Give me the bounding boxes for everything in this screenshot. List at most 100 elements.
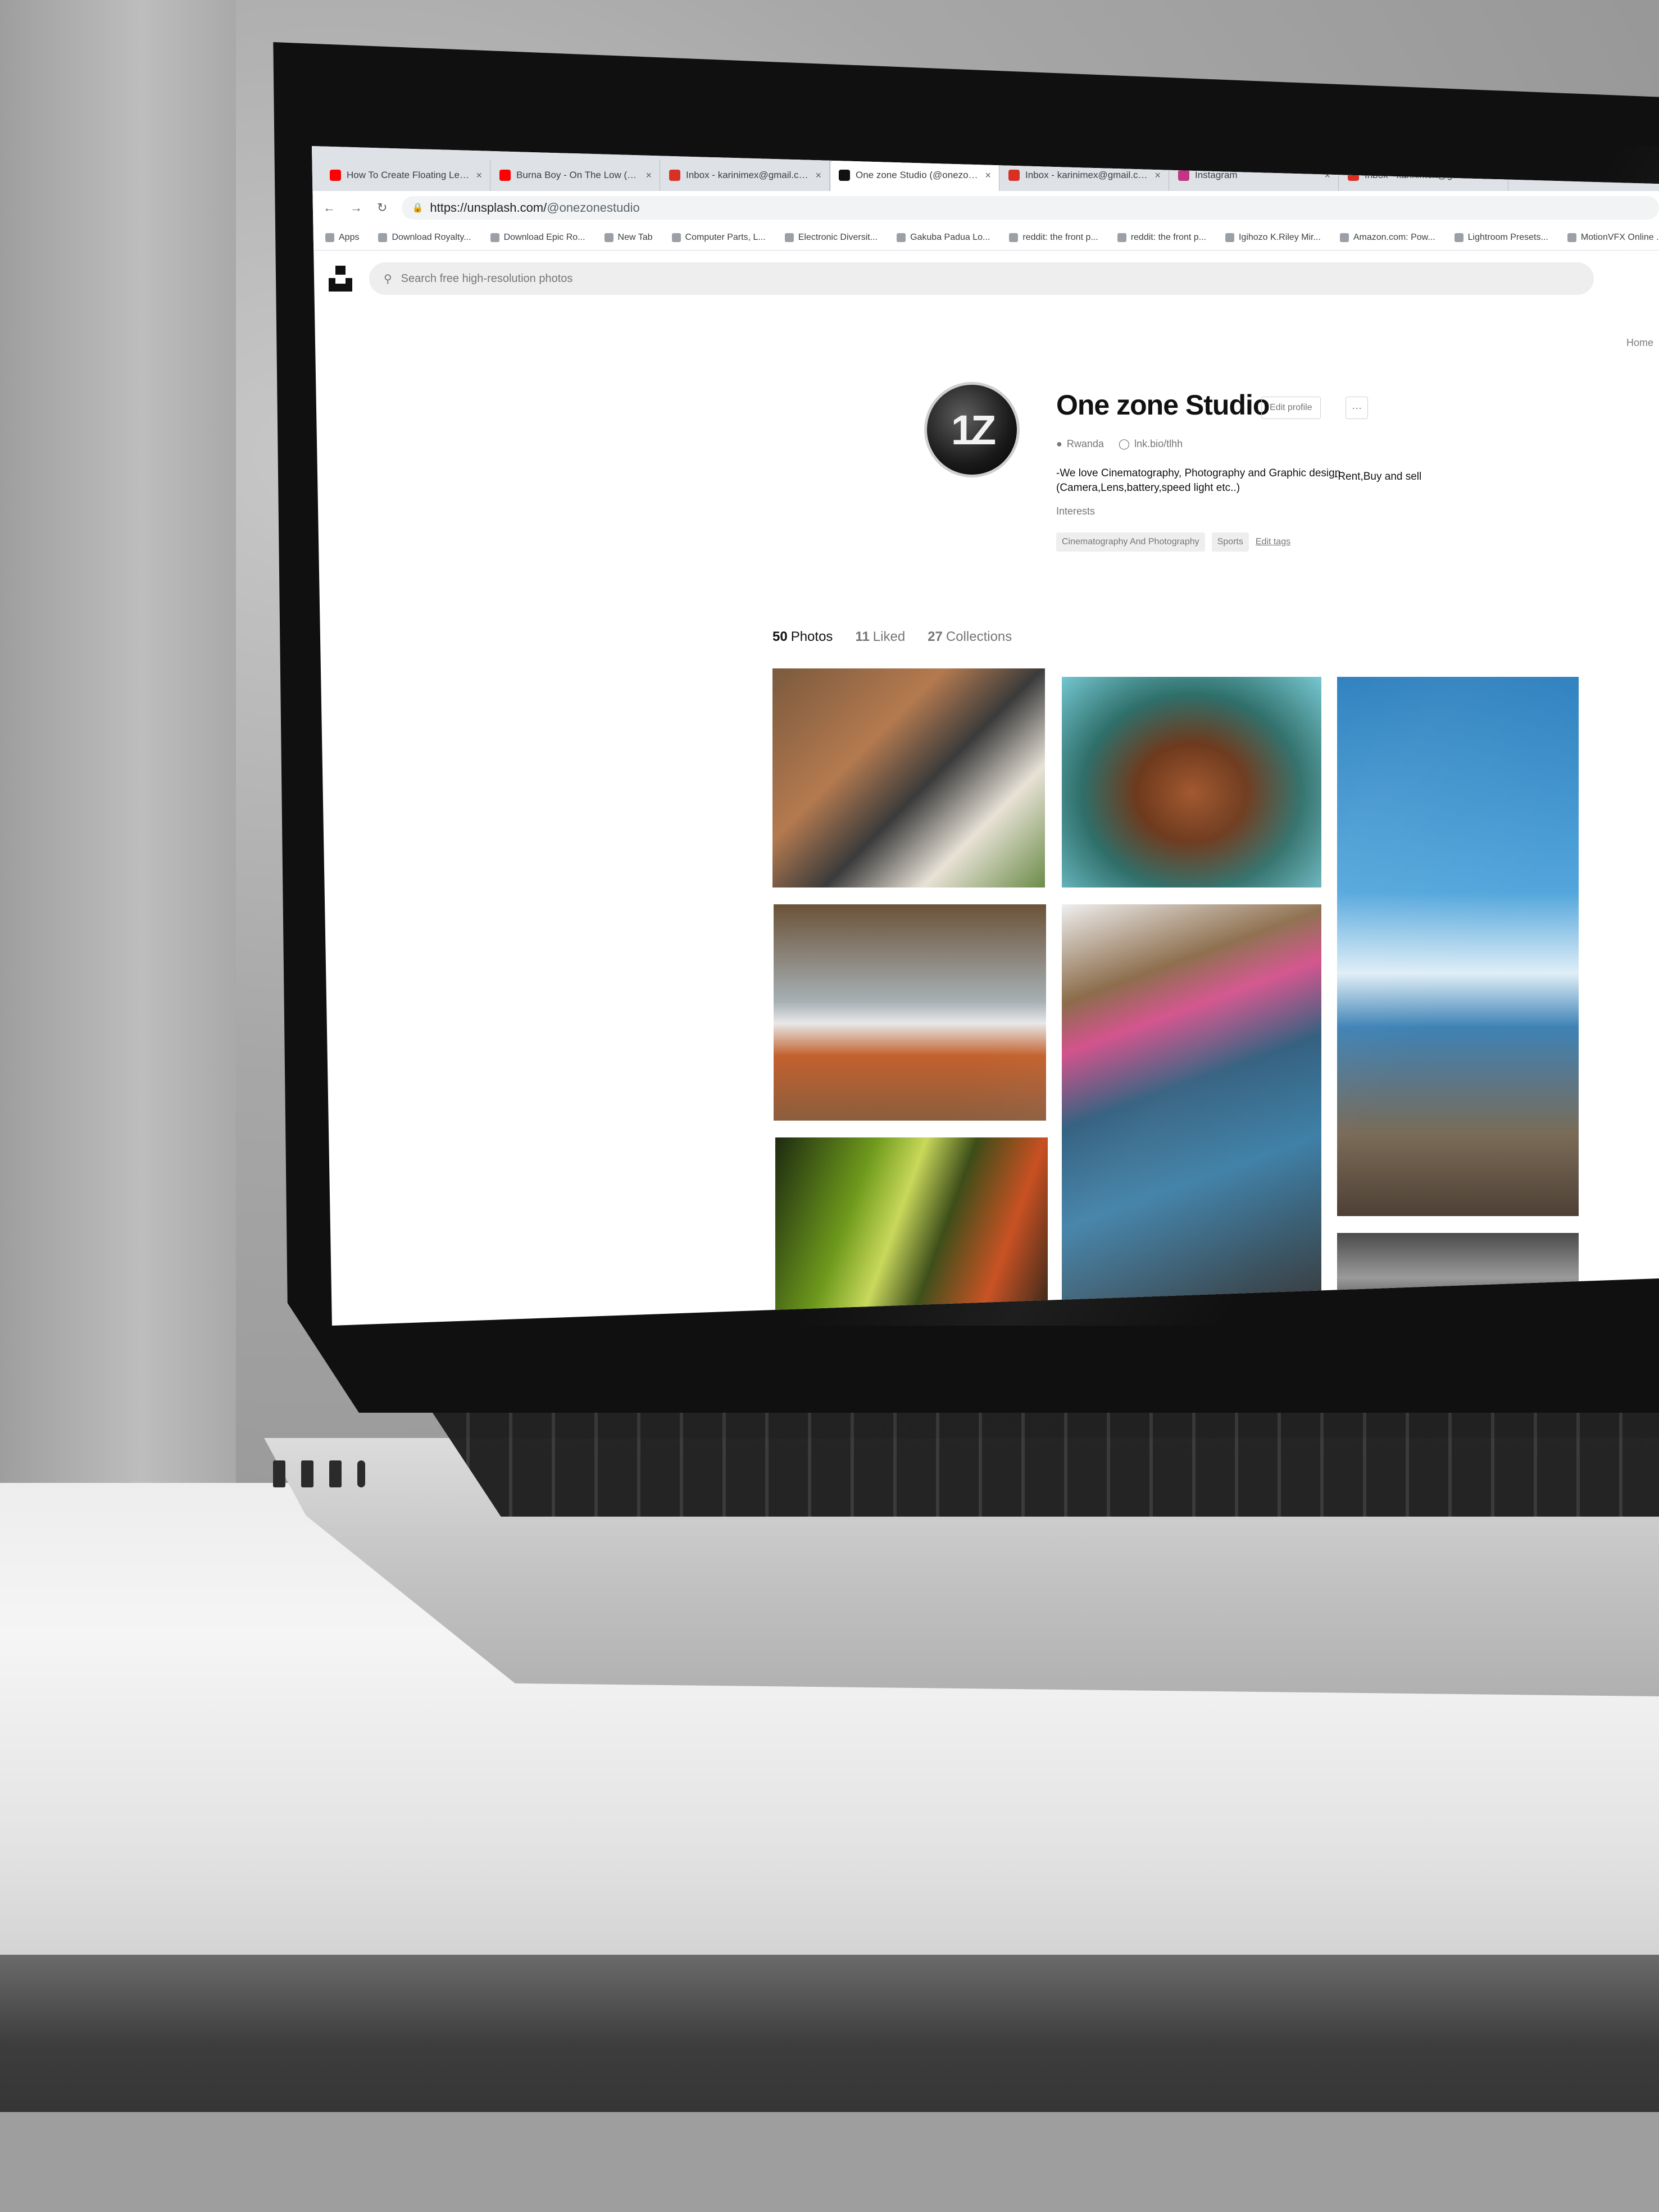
interest-tags: Cinematography And Photography Sports Ed… [1056,532,1290,552]
bookmark-icon [378,233,388,242]
search-icon: ⚲ [384,272,392,285]
unsplash-header: ⚲ Search free high-resolution photos [312,251,1659,307]
tab-close-icon[interactable]: × [1155,170,1161,181]
bookmark-item[interactable]: MotionVFX Online ... [1567,233,1659,243]
location: ● Rwanda [1056,438,1104,449]
bookmark-label: Electronic Diversit... [798,232,878,242]
bookmark-item[interactable]: reddit: the front p... [1117,233,1206,243]
floor [0,2112,1659,2212]
photo-tile-bokeh[interactable] [775,1137,1048,1317]
port-icon [357,1460,365,1487]
port-icon [273,1460,285,1487]
photo-tile-kneeling-man[interactable] [774,904,1046,1121]
bookmark-icon [604,233,613,242]
photo-tile-videographer[interactable] [1062,904,1321,1309]
laptop-ports [273,1460,385,1494]
tab-collections[interactable]: 27 Collections [928,629,1012,645]
bookmark-label: New Tab [617,232,653,242]
search-placeholder: Search free high-resolution photos [401,272,573,285]
bookmark-item[interactable]: Apps [325,233,359,243]
bookmark-item[interactable]: Computer Parts, L... [671,232,766,243]
unsplash-logo-icon[interactable] [329,266,352,292]
bookmark-icon [1567,233,1576,242]
photo-tile-woman-sky[interactable] [1337,677,1579,1216]
bookmark-icon [1009,233,1019,242]
bookmark-icon [1339,233,1349,242]
profile-name: One zone Studio [1056,389,1270,421]
bookmark-label: Amazon.com: Pow... [1353,232,1435,242]
url-field[interactable]: 🔒 https://unsplash.com/@onezonestudio [402,196,1659,220]
tab-close-icon[interactable]: × [815,170,821,181]
profile-meta: ● Rwanda ◯ lnk.bio/tlhh [1056,438,1183,450]
profile-bio-extra: -Rent,Buy and sell [1334,471,1422,483]
bookmark-icon [490,233,499,242]
edit-tags-link[interactable]: Edit tags [1256,537,1290,547]
tab-favicon-icon [839,170,850,181]
bookmark-label: Igihozo K.Riley Mir... [1238,232,1321,242]
address-bar: ← → ↻ 🔒 https://unsplash.com/@onezonestu… [312,191,1659,225]
reload-icon[interactable]: ↻ [377,201,387,215]
photo-tile-cameraman[interactable] [772,668,1045,887]
tab-favicon-icon [499,170,511,181]
photo-tile-hand[interactable] [1062,677,1321,887]
tab-close-icon[interactable]: × [646,170,652,181]
bookmark-item[interactable]: Download Royalty... [378,233,471,243]
bookmark-icon [1454,233,1463,242]
bookmark-icon [671,233,681,242]
tab-favicon-icon [1008,170,1020,181]
bookmark-item[interactable]: Igihozo K.Riley Mir... [1225,233,1321,243]
edit-profile-button[interactable]: Edit profile [1261,397,1321,419]
nav-home-link[interactable]: Home [1626,337,1653,349]
bookmark-item[interactable]: Lightroom Presets... [1454,232,1548,243]
website-link[interactable]: ◯ lnk.bio/tlhh [1119,438,1183,450]
bookmark-label: Apps [339,232,360,242]
bookmark-item[interactable]: Electronic Diversit... [784,232,878,243]
tab-liked[interactable]: 11 Liked [855,629,905,645]
port-icon [301,1460,313,1487]
profile-tabs: 50 Photos 11 Liked 27 Collections [772,629,1012,645]
interests-label: Interests [1056,506,1096,517]
bookmark-icon [1225,233,1234,242]
tab-title: Inbox - karinimex@gmail.com [1025,170,1149,180]
browser-tab[interactable]: Burna Boy - On The Low (Offic × [492,160,660,191]
laptop-keyboard [427,1404,1659,1517]
bookmark-item[interactable]: New Tab [604,233,653,243]
bookmark-item[interactable]: Download Epic Ro... [490,233,585,243]
bookmark-label: Gakuba Padua Lo... [910,232,990,242]
tab-favicon-icon [1178,170,1189,181]
tab-close-icon[interactable]: × [985,170,991,181]
bookmark-item[interactable]: Gakuba Padua Lo... [897,233,990,243]
tab-photos[interactable]: 50 Photos [772,629,833,645]
lock-icon: 🔒 [412,203,424,213]
bookmark-label: Lightroom Presets... [1467,232,1548,242]
port-icon [329,1460,342,1487]
bookmark-label: Download Royalty... [392,232,471,242]
interest-tag[interactable]: Cinematography And Photography [1056,532,1205,552]
forward-icon[interactable]: → [350,201,362,215]
bookmark-label: reddit: the front p... [1022,232,1098,242]
tab-title: How To Create Floating Leaves [347,170,471,180]
bookmark-icon [897,233,906,242]
browser-tab[interactable]: How To Create Floating Leaves × [322,160,490,191]
bookmark-item[interactable]: reddit: the front p... [1009,233,1098,243]
tab-close-icon[interactable]: × [476,170,482,181]
back-icon[interactable]: ← [323,201,335,215]
laptop-screen: How To Create Floating Leaves × Burna Boy … [312,146,1659,1326]
url-host: https://unsplash.com/ [430,201,547,215]
profile-header: 1Z One zone Studio Edit profile ··· ● Rwa… [924,382,1598,607]
bookmark-icon [1117,233,1126,242]
browser-tab[interactable]: Inbox - karinimex@gmail.com × [661,160,830,191]
bookmark-label: MotionVFX Online ... [1580,232,1659,242]
bookmark-icon [784,233,794,242]
tab-title: One zone Studio (@onezonest [856,170,980,180]
interest-tag[interactable]: Sports [1211,532,1249,552]
search-input[interactable]: ⚲ Search free high-resolution photos [369,262,1594,295]
more-options-button[interactable]: ··· [1346,397,1368,419]
tab-favicon-icon [330,170,341,181]
bookmark-label: Computer Parts, L... [685,232,766,242]
bookmark-item[interactable]: Amazon.com: Pow... [1339,232,1435,243]
background-pillar [0,0,236,1517]
url-path: @onezonestudio [547,201,640,215]
bookmark-icon [325,233,334,242]
location-pin-icon: ● [1056,438,1062,449]
